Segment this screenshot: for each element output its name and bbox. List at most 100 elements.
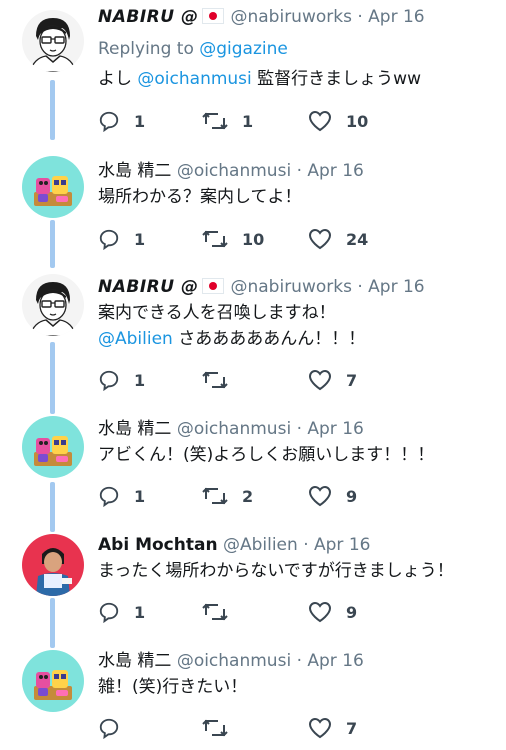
tweet-text-pre: よし (98, 69, 132, 89)
replying-to: Replying to @gigazine (98, 38, 288, 60)
mention-link[interactable]: @oichanmusi (137, 69, 251, 89)
retweet-icon (202, 230, 228, 248)
thread-line (50, 342, 55, 414)
display-name[interactable]: 水島 精二 (98, 419, 171, 439)
tweet-actions: 7 (98, 715, 478, 741)
separator: · (303, 535, 309, 555)
retweet-count: 10 (242, 229, 265, 249)
tweet-actions: 1 9 (98, 599, 478, 625)
like-count: 7 (346, 370, 358, 390)
like-count: 10 (346, 111, 369, 131)
like-icon (308, 110, 332, 132)
handle[interactable]: @oichanmusi (177, 419, 291, 439)
tweet-text: 雑！(笑)行きたい！ (98, 677, 248, 697)
like-count: 9 (346, 602, 358, 622)
tweet-text-post: 監督行きましょうww (257, 69, 421, 89)
separator: · (296, 161, 302, 181)
avatar[interactable] (22, 274, 84, 336)
reply-button[interactable]: 1 (98, 599, 145, 625)
reply-button[interactable] (98, 715, 134, 741)
like-count: 9 (346, 486, 358, 506)
avatar[interactable] (22, 416, 84, 478)
timestamp[interactable]: Apr 16 (307, 419, 363, 439)
thread-line (50, 220, 55, 268)
like-icon (308, 369, 332, 391)
like-count: 24 (346, 229, 369, 249)
tweet-actions: 1 1 10 (98, 108, 478, 134)
like-button[interactable]: 9 (308, 599, 357, 625)
timestamp[interactable]: Apr 16 (368, 7, 424, 27)
display-name[interactable]: 水島 精二 (98, 651, 171, 671)
retweet-icon (202, 603, 228, 621)
avatar[interactable] (22, 534, 84, 596)
handle[interactable]: @nabiruworks (230, 277, 351, 297)
reply-icon (99, 486, 119, 507)
timestamp[interactable]: Apr 16 (368, 277, 424, 297)
reply-count: 1 (134, 229, 146, 249)
thread-line (50, 482, 55, 532)
separator: · (357, 277, 363, 297)
timestamp[interactable]: Apr 16 (307, 651, 363, 671)
avatar[interactable] (22, 156, 84, 218)
reply-count: 1 (134, 486, 146, 506)
display-name[interactable]: NABIRU @ (98, 277, 198, 297)
reply-count: 1 (134, 111, 146, 131)
like-icon (308, 601, 332, 623)
handle[interactable]: @Abilien (223, 535, 298, 555)
retweet-button[interactable]: 2 (202, 483, 253, 509)
like-button[interactable]: 9 (308, 483, 357, 509)
like-button[interactable]: 7 (308, 715, 357, 741)
separator: · (357, 7, 363, 27)
like-button[interactable]: 24 (308, 226, 368, 252)
like-button[interactable]: 7 (308, 367, 357, 393)
reply-button[interactable]: 1 (98, 226, 145, 252)
retweet-button[interactable] (202, 599, 242, 625)
mention-link[interactable]: @gigazine (199, 39, 288, 59)
handle[interactable]: @nabiruworks (230, 7, 351, 27)
tweet-text: よし @oichanmusi 監督行きましょうww (98, 66, 421, 92)
thread-line (50, 80, 55, 140)
tweet-text: まったく場所わからないですが行きましょう！ (98, 561, 454, 581)
like-icon (308, 717, 332, 739)
retweet-button[interactable] (202, 715, 242, 741)
reply-icon (99, 602, 119, 623)
like-button[interactable]: 10 (308, 108, 368, 134)
mention-link[interactable]: @Abilien (98, 329, 173, 349)
reply-button[interactable]: 1 (98, 483, 145, 509)
tweet-actions: 1 7 (98, 367, 478, 393)
separator: · (296, 419, 302, 439)
retweet-button[interactable]: 10 (202, 226, 264, 252)
reply-button[interactable]: 1 (98, 108, 145, 134)
retweet-icon (202, 112, 228, 130)
retweet-button[interactable]: 1 (202, 108, 253, 134)
handle[interactable]: @oichanmusi (177, 651, 291, 671)
reply-icon (99, 111, 119, 132)
tweet-text: 場所わかる？案内してよ！ (98, 187, 302, 207)
reply-icon (99, 229, 119, 250)
display-name[interactable]: Abi Mochtan (98, 535, 218, 555)
reply-icon (99, 718, 119, 739)
retweet-button[interactable] (202, 367, 242, 393)
handle[interactable]: @oichanmusi (177, 161, 291, 181)
like-icon (308, 485, 332, 507)
tweet-text-line-2: @Abilien さあああああんん！！！ (98, 326, 365, 352)
japan-flag-icon (202, 278, 225, 294)
display-name[interactable]: NABIRU @ (98, 7, 198, 27)
tweet-text-post: さあああああんん！！！ (178, 329, 366, 349)
timestamp[interactable]: Apr 16 (314, 535, 370, 555)
retweet-count: 1 (242, 111, 254, 131)
reply-button[interactable]: 1 (98, 367, 145, 393)
reply-icon (99, 370, 119, 391)
replying-to-label: Replying to (98, 39, 194, 59)
like-icon (308, 228, 332, 250)
display-name[interactable]: 水島 精二 (98, 161, 171, 181)
avatar[interactable] (22, 10, 84, 72)
like-count: 7 (346, 718, 358, 738)
separator: · (296, 651, 302, 671)
retweet-icon (202, 719, 228, 737)
tweet-text: アビくん！(笑)よろしくお願いします！！！ (98, 445, 435, 465)
avatar[interactable] (22, 650, 84, 712)
timestamp[interactable]: Apr 16 (307, 161, 363, 181)
thread-line (50, 598, 55, 648)
tweet-actions: 1 10 24 (98, 226, 478, 252)
